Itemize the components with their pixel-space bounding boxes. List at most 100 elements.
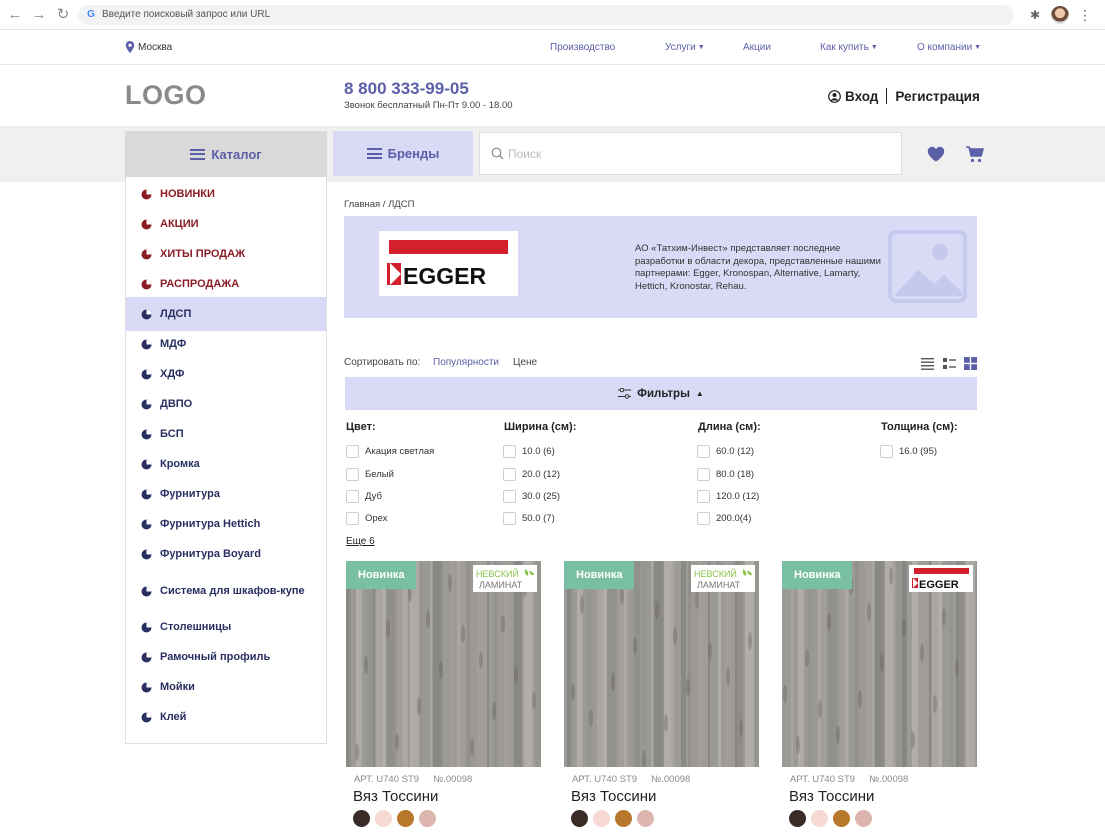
checkbox[interactable] — [346, 490, 359, 503]
extensions-icon[interactable]: ✱ — [1030, 8, 1044, 22]
filter-option-label: Орех — [365, 513, 388, 524]
checkbox[interactable] — [346, 512, 359, 525]
filter-option[interactable]: 10.0 (6) — [503, 445, 555, 458]
address-placeholder[interactable]: Введите поисковый запрос или URL — [102, 9, 270, 20]
color-swatch[interactable] — [593, 810, 610, 827]
nav-link-production[interactable]: Производство — [550, 42, 615, 53]
login-link[interactable]: Вход — [845, 89, 878, 104]
sidebar-item[interactable]: ЛДСП — [126, 297, 326, 331]
filter-option[interactable]: 60.0 (12) — [697, 445, 754, 458]
checkbox[interactable] — [346, 445, 359, 458]
menu-icon — [366, 148, 382, 159]
sidebar-item[interactable]: МДФ — [126, 331, 326, 357]
filters-toggle[interactable]: Фильтры ▲ — [345, 377, 977, 410]
caret-down-icon: ▼ — [870, 43, 878, 51]
sidebar-item[interactable]: ХИТЫ ПРОДАЖ — [126, 241, 326, 267]
cart-icon[interactable] — [966, 146, 984, 163]
sidebar-item[interactable]: Фурнитура Hettich — [126, 511, 326, 537]
sidebar-item[interactable]: Фурнитура Boyard — [126, 541, 326, 567]
sidebar-item[interactable]: Система для шкафов-купе — [126, 571, 326, 611]
filter-option[interactable]: 16.0 (95) — [880, 445, 937, 458]
checkbox[interactable] — [503, 490, 516, 503]
site-logo[interactable]: LOGO — [125, 80, 207, 111]
color-swatch[interactable] — [615, 810, 632, 827]
forward-icon[interactable]: → — [30, 6, 48, 24]
product-article: АРТ. U740 ST9 №.00098 — [354, 774, 472, 785]
checkbox[interactable] — [697, 445, 710, 458]
filter-option[interactable]: 50.0 (7) — [503, 512, 555, 525]
color-swatch[interactable] — [353, 810, 370, 827]
detailed-list-view-icon[interactable] — [943, 357, 956, 370]
sidebar-item[interactable]: Рамочный профиль — [126, 644, 326, 670]
color-swatch[interactable] — [811, 810, 828, 827]
back-icon[interactable]: ← — [6, 6, 24, 24]
sidebar-item[interactable]: Кромка — [126, 451, 326, 477]
color-swatch[interactable] — [833, 810, 850, 827]
product-name[interactable]: Вяз Тоссини — [353, 788, 438, 805]
nav-link-how-to-buy[interactable]: Как купить ▼ — [820, 42, 878, 53]
sidebar-item[interactable]: АКЦИИ — [126, 211, 326, 237]
filter-option[interactable]: Акация светлая — [346, 445, 434, 458]
color-swatch[interactable] — [637, 810, 654, 827]
sidebar-item[interactable]: Столешницы — [126, 614, 326, 640]
color-swatch[interactable] — [419, 810, 436, 827]
checkbox[interactable] — [503, 512, 516, 525]
profile-avatar[interactable] — [1051, 6, 1069, 24]
filter-option-label: Акация светлая — [365, 446, 435, 457]
filter-option-label: Дуб — [365, 491, 382, 502]
sidebar-item[interactable]: Фурнитура — [126, 481, 326, 507]
sidebar-item-label: Фурнитура Boyard — [160, 547, 261, 560]
filter-option[interactable]: 20.0 (12) — [503, 468, 560, 481]
nav-link-services[interactable]: Услуги ▼ — [665, 42, 705, 53]
color-swatch[interactable] — [397, 810, 414, 827]
sidebar-item[interactable]: ДВПО — [126, 391, 326, 417]
filter-option[interactable]: 120.0 (12) — [697, 490, 759, 503]
color-swatch[interactable] — [789, 810, 806, 827]
color-swatch[interactable] — [855, 810, 872, 827]
checkbox[interactable] — [697, 490, 710, 503]
sort-by-price[interactable]: Цене — [513, 357, 537, 368]
city-selector[interactable]: Москва — [125, 41, 172, 53]
filter-option[interactable]: 80.0 (18) — [697, 468, 754, 481]
search-input[interactable] — [508, 144, 888, 164]
color-swatch[interactable] — [375, 810, 392, 827]
sidebar-item[interactable]: НОВИНКИ — [126, 181, 326, 207]
phone-number[interactable]: 8 800 333-99-05 — [344, 79, 469, 99]
reload-icon[interactable]: ↻ — [54, 6, 72, 24]
filter-option-label: 50.0 (7) — [522, 513, 555, 524]
catalog-button[interactable]: Каталог — [125, 131, 327, 177]
filter-option[interactable]: 200.0(4) — [697, 512, 751, 525]
brands-button[interactable]: Бренды — [333, 131, 473, 176]
nav-link-about[interactable]: О компании ▼ — [917, 42, 981, 53]
checkbox[interactable] — [503, 468, 516, 481]
checkbox[interactable] — [503, 445, 516, 458]
sort-by-popularity[interactable]: Популярности — [433, 357, 499, 368]
filter-option[interactable]: Орех — [346, 512, 388, 525]
nav-link-promotions[interactable]: Акции — [743, 42, 771, 53]
filter-option[interactable]: Дуб — [346, 490, 382, 503]
pie-chart-icon — [141, 189, 152, 199]
checkbox[interactable] — [346, 468, 359, 481]
sidebar-item-label: Мойки — [160, 680, 195, 693]
browser-menu-icon[interactable]: ⋮ — [1078, 6, 1092, 24]
sidebar-item[interactable]: Клей — [126, 704, 326, 730]
product-name[interactable]: Вяз Тоссини — [789, 788, 874, 805]
sidebar-item[interactable]: БСП — [126, 421, 326, 447]
list-view-icon[interactable] — [921, 357, 934, 370]
sidebar-item[interactable]: РАСПРОДАЖА — [126, 271, 326, 297]
filter-option[interactable]: 30.0 (25) — [503, 490, 560, 503]
show-more-link[interactable]: Еще 6 — [346, 536, 375, 547]
color-swatch[interactable] — [571, 810, 588, 827]
breadcrumb[interactable]: Главная / ЛДСП — [344, 199, 414, 210]
checkbox[interactable] — [697, 512, 710, 525]
grid-view-icon[interactable] — [964, 357, 977, 370]
brands-label: Бренды — [387, 146, 440, 161]
sidebar-item[interactable]: Мойки — [126, 674, 326, 700]
sidebar-item[interactable]: ХДФ — [126, 361, 326, 387]
register-link[interactable]: Регистрация — [895, 89, 979, 104]
filter-option[interactable]: Белый — [346, 468, 394, 481]
heart-icon[interactable] — [927, 146, 945, 162]
product-name[interactable]: Вяз Тоссини — [571, 788, 656, 805]
checkbox[interactable] — [880, 445, 893, 458]
checkbox[interactable] — [697, 468, 710, 481]
